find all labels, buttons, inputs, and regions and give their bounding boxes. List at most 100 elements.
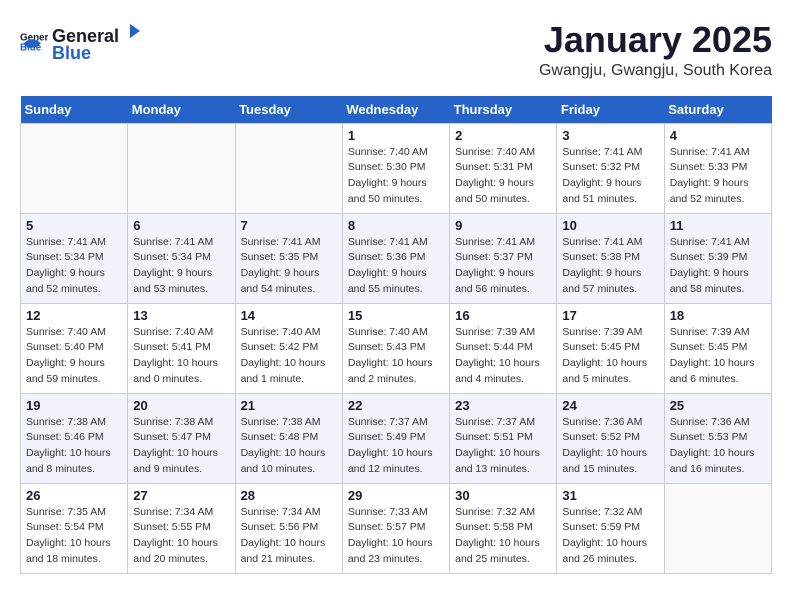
day-header-tuesday: Tuesday bbox=[235, 96, 342, 124]
logo-arrow-icon bbox=[120, 20, 142, 42]
day-number: 16 bbox=[455, 308, 551, 323]
day-info: Sunrise: 7:40 AM Sunset: 5:42 PM Dayligh… bbox=[241, 325, 337, 388]
day-info: Sunrise: 7:41 AM Sunset: 5:36 PM Dayligh… bbox=[348, 235, 444, 298]
day-info: Sunrise: 7:41 AM Sunset: 5:37 PM Dayligh… bbox=[455, 235, 551, 298]
day-header-thursday: Thursday bbox=[450, 96, 557, 124]
day-info: Sunrise: 7:41 AM Sunset: 5:34 PM Dayligh… bbox=[133, 235, 229, 298]
day-info: Sunrise: 7:38 AM Sunset: 5:47 PM Dayligh… bbox=[133, 415, 229, 478]
day-info: Sunrise: 7:34 AM Sunset: 5:55 PM Dayligh… bbox=[133, 505, 229, 568]
day-info: Sunrise: 7:37 AM Sunset: 5:51 PM Dayligh… bbox=[455, 415, 551, 478]
day-header-monday: Monday bbox=[128, 96, 235, 124]
day-number: 4 bbox=[670, 128, 766, 143]
day-info: Sunrise: 7:41 AM Sunset: 5:33 PM Dayligh… bbox=[670, 145, 766, 208]
day-info: Sunrise: 7:36 AM Sunset: 5:53 PM Dayligh… bbox=[670, 415, 766, 478]
calendar-subtitle: Gwangju, Gwangju, South Korea bbox=[539, 62, 772, 80]
week-row-1: 1 Sunrise: 7:40 AM Sunset: 5:30 PM Daylig… bbox=[21, 123, 772, 213]
day-header-sunday: Sunday bbox=[21, 96, 128, 124]
day-cell-18: 18 Sunrise: 7:39 AM Sunset: 5:45 PM Dayli… bbox=[664, 303, 771, 393]
day-info: Sunrise: 7:39 AM Sunset: 5:45 PM Dayligh… bbox=[670, 325, 766, 388]
day-number: 20 bbox=[133, 398, 229, 413]
day-cell-19: 19 Sunrise: 7:38 AM Sunset: 5:46 PM Dayli… bbox=[21, 393, 128, 483]
day-cell-15: 15 Sunrise: 7:40 AM Sunset: 5:43 PM Dayli… bbox=[342, 303, 449, 393]
day-cell-4: 4 Sunrise: 7:41 AM Sunset: 5:33 PM Daylig… bbox=[664, 123, 771, 213]
day-info: Sunrise: 7:36 AM Sunset: 5:52 PM Dayligh… bbox=[562, 415, 658, 478]
day-cell-27: 27Sunrise: 7:34 AM Sunset: 5:55 PM Dayli… bbox=[128, 483, 235, 573]
day-info: Sunrise: 7:35 AM Sunset: 5:54 PM Dayligh… bbox=[26, 505, 122, 568]
day-info: Sunrise: 7:40 AM Sunset: 5:43 PM Dayligh… bbox=[348, 325, 444, 388]
day-number: 1 bbox=[348, 128, 444, 143]
day-info: Sunrise: 7:41 AM Sunset: 5:39 PM Dayligh… bbox=[670, 235, 766, 298]
calendar-title: January 2025 bbox=[539, 20, 772, 60]
title-section: January 2025 Gwangju, Gwangju, South Kor… bbox=[539, 20, 772, 80]
day-number: 26 bbox=[26, 488, 122, 503]
day-cell-30: 30Sunrise: 7:32 AM Sunset: 5:58 PM Dayli… bbox=[450, 483, 557, 573]
day-cell-6: 6Sunrise: 7:41 AM Sunset: 5:34 PM Daylig… bbox=[128, 213, 235, 303]
day-info: Sunrise: 7:41 AM Sunset: 5:32 PM Dayligh… bbox=[562, 145, 658, 208]
day-number: 2 bbox=[455, 128, 551, 143]
day-info: Sunrise: 7:40 AM Sunset: 5:40 PM Dayligh… bbox=[26, 325, 122, 388]
day-info: Sunrise: 7:39 AM Sunset: 5:45 PM Dayligh… bbox=[562, 325, 658, 388]
empty-cell bbox=[128, 123, 235, 213]
day-cell-22: 22 Sunrise: 7:37 AM Sunset: 5:49 PM Dayli… bbox=[342, 393, 449, 483]
day-number: 11 bbox=[670, 218, 766, 233]
day-cell-1: 1 Sunrise: 7:40 AM Sunset: 5:30 PM Daylig… bbox=[342, 123, 449, 213]
day-number: 15 bbox=[348, 308, 444, 323]
day-info: Sunrise: 7:32 AM Sunset: 5:59 PM Dayligh… bbox=[562, 505, 658, 568]
day-cell-5: 5 Sunrise: 7:41 AM Sunset: 5:34 PM Daylig… bbox=[21, 213, 128, 303]
day-number: 21 bbox=[241, 398, 337, 413]
day-info: Sunrise: 7:40 AM Sunset: 5:31 PM Dayligh… bbox=[455, 145, 551, 208]
day-info: Sunrise: 7:34 AM Sunset: 5:56 PM Dayligh… bbox=[241, 505, 337, 568]
day-number: 14 bbox=[241, 308, 337, 323]
week-row-3: 12Sunrise: 7:40 AM Sunset: 5:40 PM Dayli… bbox=[21, 303, 772, 393]
week-row-5: 26 Sunrise: 7:35 AM Sunset: 5:54 PM Dayli… bbox=[21, 483, 772, 573]
day-cell-8: 8 Sunrise: 7:41 AM Sunset: 5:36 PM Daylig… bbox=[342, 213, 449, 303]
day-number: 7 bbox=[241, 218, 337, 233]
day-info: Sunrise: 7:37 AM Sunset: 5:49 PM Dayligh… bbox=[348, 415, 444, 478]
day-number: 18 bbox=[670, 308, 766, 323]
day-cell-31: 31Sunrise: 7:32 AM Sunset: 5:59 PM Dayli… bbox=[557, 483, 664, 573]
day-cell-24: 24 Sunrise: 7:36 AM Sunset: 5:52 PM Dayli… bbox=[557, 393, 664, 483]
logo: General Blue General Blue bbox=[20, 20, 143, 64]
day-number: 29 bbox=[348, 488, 444, 503]
empty-cell bbox=[235, 123, 342, 213]
day-info: Sunrise: 7:40 AM Sunset: 5:30 PM Dayligh… bbox=[348, 145, 444, 208]
day-header-saturday: Saturday bbox=[664, 96, 771, 124]
logo-icon: General Blue bbox=[20, 28, 48, 56]
day-info: Sunrise: 7:41 AM Sunset: 5:34 PM Dayligh… bbox=[26, 235, 122, 298]
day-cell-11: 11 Sunrise: 7:41 AM Sunset: 5:39 PM Dayli… bbox=[664, 213, 771, 303]
day-cell-12: 12Sunrise: 7:40 AM Sunset: 5:40 PM Dayli… bbox=[21, 303, 128, 393]
empty-cell bbox=[664, 483, 771, 573]
day-number: 8 bbox=[348, 218, 444, 233]
day-number: 3 bbox=[562, 128, 658, 143]
day-number: 25 bbox=[670, 398, 766, 413]
day-info: Sunrise: 7:33 AM Sunset: 5:57 PM Dayligh… bbox=[348, 505, 444, 568]
day-number: 17 bbox=[562, 308, 658, 323]
day-cell-17: 17 Sunrise: 7:39 AM Sunset: 5:45 PM Dayli… bbox=[557, 303, 664, 393]
day-cell-21: 21Sunrise: 7:38 AM Sunset: 5:48 PM Dayli… bbox=[235, 393, 342, 483]
day-info: Sunrise: 7:41 AM Sunset: 5:35 PM Dayligh… bbox=[241, 235, 337, 298]
week-row-2: 5 Sunrise: 7:41 AM Sunset: 5:34 PM Daylig… bbox=[21, 213, 772, 303]
day-cell-20: 20 Sunrise: 7:38 AM Sunset: 5:47 PM Dayli… bbox=[128, 393, 235, 483]
day-info: Sunrise: 7:38 AM Sunset: 5:46 PM Dayligh… bbox=[26, 415, 122, 478]
day-cell-14: 14 Sunrise: 7:40 AM Sunset: 5:42 PM Dayli… bbox=[235, 303, 342, 393]
day-cell-13: 13 Sunrise: 7:40 AM Sunset: 5:41 PM Dayli… bbox=[128, 303, 235, 393]
empty-cell bbox=[21, 123, 128, 213]
day-number: 23 bbox=[455, 398, 551, 413]
day-cell-16: 16Sunrise: 7:39 AM Sunset: 5:44 PM Dayli… bbox=[450, 303, 557, 393]
day-number: 24 bbox=[562, 398, 658, 413]
day-number: 19 bbox=[26, 398, 122, 413]
day-number: 13 bbox=[133, 308, 229, 323]
day-number: 10 bbox=[562, 218, 658, 233]
day-number: 30 bbox=[455, 488, 551, 503]
day-number: 9 bbox=[455, 218, 551, 233]
day-cell-7: 7 Sunrise: 7:41 AM Sunset: 5:35 PM Daylig… bbox=[235, 213, 342, 303]
day-cell-10: 10Sunrise: 7:41 AM Sunset: 5:38 PM Dayli… bbox=[557, 213, 664, 303]
day-number: 22 bbox=[348, 398, 444, 413]
day-cell-29: 29 Sunrise: 7:33 AM Sunset: 5:57 PM Dayli… bbox=[342, 483, 449, 573]
day-info: Sunrise: 7:40 AM Sunset: 5:41 PM Dayligh… bbox=[133, 325, 229, 388]
day-cell-3: 3 Sunrise: 7:41 AM Sunset: 5:32 PM Daylig… bbox=[557, 123, 664, 213]
day-cell-26: 26 Sunrise: 7:35 AM Sunset: 5:54 PM Dayli… bbox=[21, 483, 128, 573]
svg-text:Blue: Blue bbox=[20, 42, 42, 53]
day-number: 5 bbox=[26, 218, 122, 233]
day-number: 28 bbox=[241, 488, 337, 503]
